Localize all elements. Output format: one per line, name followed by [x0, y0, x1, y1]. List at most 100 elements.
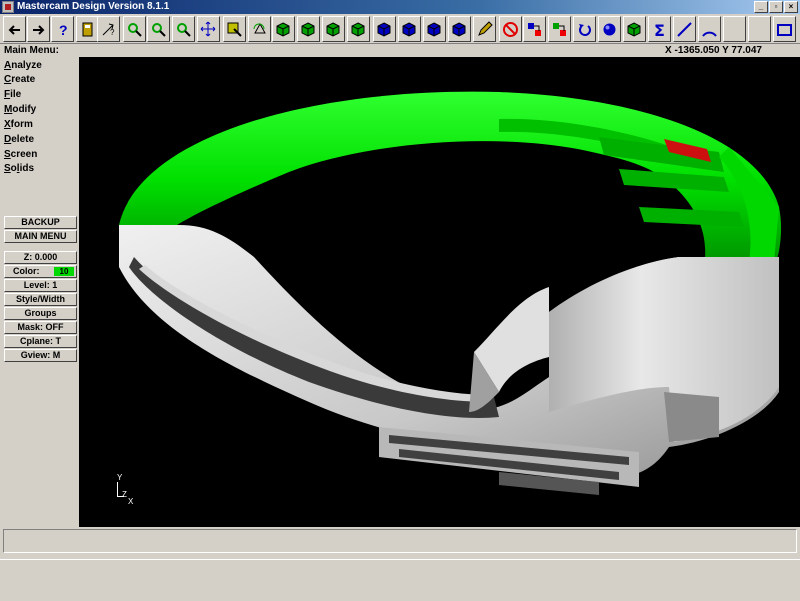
cad-model: [119, 91, 782, 495]
title-bar: Mastercam Design Version 8.1.1 _ ▫ ×: [0, 0, 800, 14]
menu-analyze[interactable]: Analyze: [4, 59, 76, 73]
analyze-button[interactable]: ?: [97, 16, 120, 42]
color-button[interactable]: Color: 10: [4, 265, 77, 278]
backup-button[interactable]: BACKUP: [4, 216, 77, 229]
prompt-area[interactable]: [3, 529, 797, 553]
forward-arrow-button[interactable]: [27, 16, 50, 42]
axis-x-label: X: [128, 497, 134, 506]
cube-view-4-button[interactable]: [448, 16, 471, 42]
cube-view-2-icon: [402, 21, 416, 37]
zoom-window-button[interactable]: [123, 16, 146, 42]
minimize-button[interactable]: _: [754, 1, 768, 13]
prompt-bar: [0, 527, 800, 559]
zoom-in-button[interactable]: [147, 16, 170, 42]
menu-screen[interactable]: Screen: [4, 148, 76, 162]
calculator-button[interactable]: [76, 16, 99, 42]
zoom-in-icon: [152, 22, 166, 37]
app-icon[interactable]: [2, 1, 14, 13]
menu-xform[interactable]: Xform: [4, 118, 76, 132]
front-view-icon: [326, 21, 340, 37]
line-icon: [677, 21, 692, 37]
left-menu-panel: Analyze Create File Modify Xform Delete …: [0, 57, 79, 527]
side-view-button[interactable]: [347, 16, 370, 42]
pencil-icon: [478, 20, 493, 36]
level-button[interactable]: Level: 1: [4, 279, 77, 292]
cube-view-3-button[interactable]: [423, 16, 446, 42]
groups-button[interactable]: Groups: [4, 307, 77, 320]
menu-modify[interactable]: Modify: [4, 103, 76, 117]
undo-icon: [579, 23, 591, 36]
iso-view-button[interactable]: [272, 16, 295, 42]
top-view-button[interactable]: [297, 16, 320, 42]
transform-2-button[interactable]: [548, 16, 571, 42]
axis-y-line: [117, 482, 118, 496]
arc-button[interactable]: [698, 16, 721, 42]
forward-arrow-icon: [33, 24, 45, 35]
arc-icon: [702, 31, 717, 37]
calculator-icon: [82, 22, 93, 36]
svg-text:?: ?: [110, 28, 115, 37]
color-label: Color:: [13, 266, 40, 276]
back-arrow-button[interactable]: [3, 16, 26, 42]
axis-y-label: Y: [117, 473, 123, 482]
no-entry-button[interactable]: [499, 16, 522, 42]
restore-button[interactable]: ▫: [769, 1, 783, 13]
front-view-button[interactable]: [322, 16, 345, 42]
sum-icon: Σ: [654, 21, 665, 38]
select-icon: [227, 22, 242, 37]
mask-button[interactable]: Mask: OFF: [4, 321, 77, 334]
top-view-icon: [301, 21, 315, 37]
help-button[interactable]: ?: [51, 16, 74, 42]
zoom-out-icon: [177, 22, 191, 37]
select-button[interactable]: [223, 16, 246, 42]
window-controls: _ ▫ ×: [753, 1, 798, 13]
fillet-button[interactable]: [723, 16, 746, 42]
layers-button[interactable]: [623, 16, 646, 42]
analyze-icon: ?: [102, 23, 115, 37]
sum-button[interactable]: Σ: [648, 16, 671, 42]
window-title: Mastercam Design Version 8.1.1: [17, 1, 170, 12]
pencil-button[interactable]: [473, 16, 496, 42]
bottom-area: [0, 559, 800, 601]
axis-z-label: Z: [122, 490, 127, 499]
graphics-viewport[interactable]: Y Z X: [79, 57, 800, 527]
transform-button[interactable]: [523, 16, 546, 42]
undo-button[interactable]: [573, 16, 596, 42]
menu-file[interactable]: File: [4, 88, 76, 102]
rotate-view-icon: [253, 22, 266, 33]
rotate-view-button[interactable]: [248, 16, 271, 42]
menu-delete[interactable]: Delete: [4, 133, 76, 147]
rectangle-button[interactable]: [773, 16, 796, 42]
svg-text:?: ?: [59, 22, 68, 38]
menu-title: Main Menu:: [4, 45, 59, 56]
transform-2-icon: [553, 22, 566, 36]
rectangle-icon: [777, 23, 792, 36]
transform-icon: [528, 22, 541, 36]
cube-view-3-icon: [427, 21, 441, 37]
layers-icon: [627, 21, 641, 37]
side-view-icon: [351, 21, 365, 37]
spline-icon: [751, 21, 768, 38]
spline-button[interactable]: [748, 16, 771, 42]
gview-button[interactable]: Gview: M: [4, 349, 77, 362]
color-value-swatch: 10: [54, 267, 74, 276]
z-depth-button[interactable]: Z: 0.000: [4, 251, 77, 264]
zoom-out-button[interactable]: [172, 16, 195, 42]
back-arrow-icon: [8, 24, 20, 35]
style-width-button[interactable]: Style/Width: [4, 293, 77, 306]
cplane-button[interactable]: Cplane: T: [4, 335, 77, 348]
cursor-coordinates: X -1365.050 Y 77.047: [665, 45, 762, 56]
status-line: Main Menu: X -1365.050 Y 77.047: [0, 44, 800, 57]
iso-view-icon: [276, 21, 290, 37]
sphere-button[interactable]: [598, 16, 621, 42]
main-menu-button[interactable]: MAIN MENU: [4, 230, 77, 243]
cube-view-2-button[interactable]: [398, 16, 421, 42]
svg-text:Σ: Σ: [654, 21, 665, 38]
menu-create[interactable]: Create: [4, 73, 76, 87]
menu-solids[interactable]: Solids: [4, 162, 76, 176]
pan-button[interactable]: [197, 16, 220, 42]
cube-view-icon: [377, 21, 391, 37]
close-button[interactable]: ×: [784, 1, 798, 13]
cube-view-button[interactable]: [373, 16, 396, 42]
line-button[interactable]: [673, 16, 696, 42]
